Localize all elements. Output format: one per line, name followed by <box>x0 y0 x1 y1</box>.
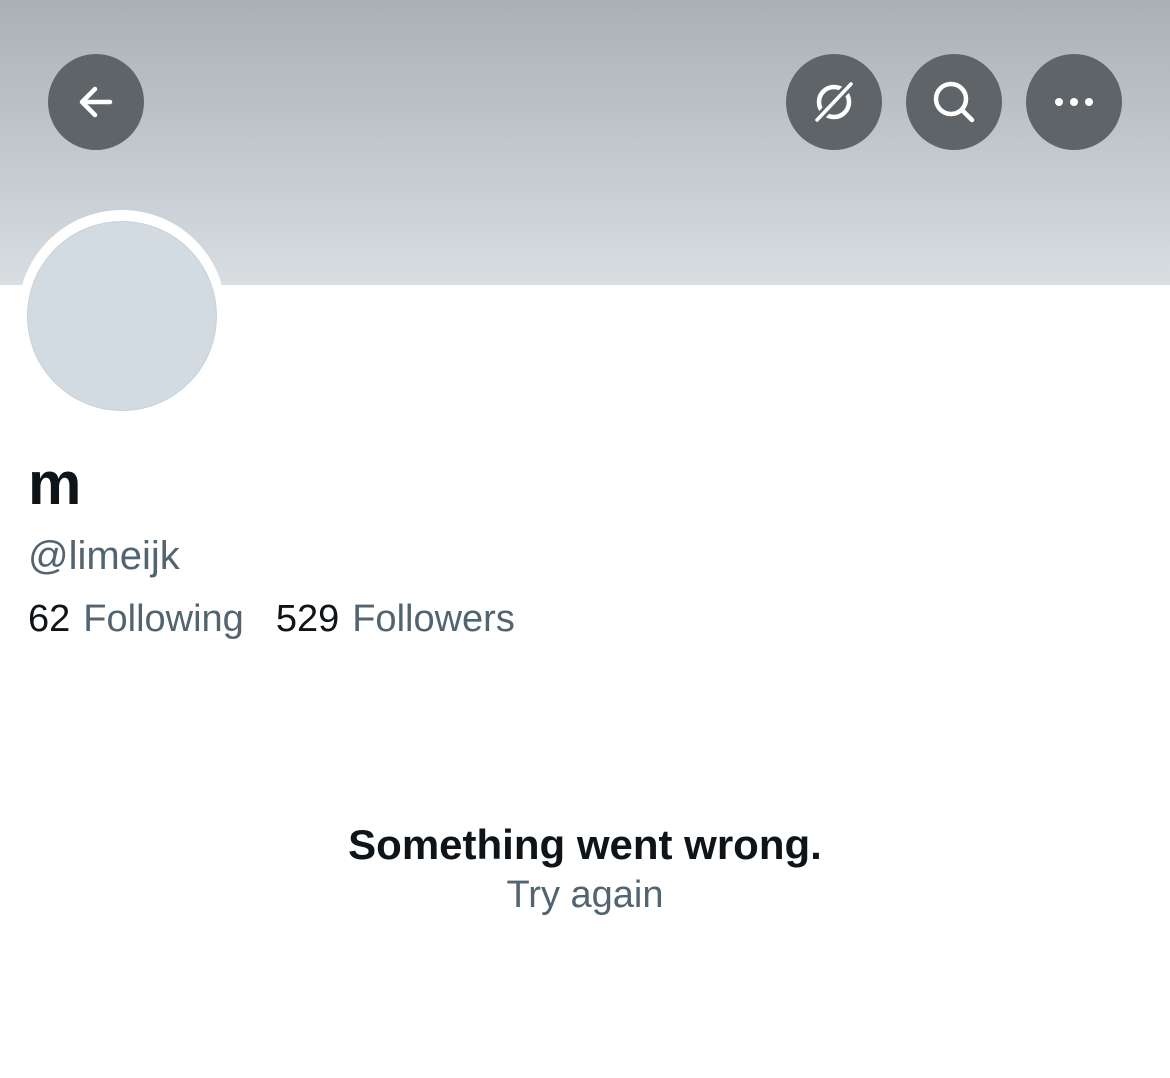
try-again-link[interactable]: Try again <box>507 874 664 916</box>
unfollow-slash-icon <box>814 81 854 123</box>
follow-stats: 62 Following 529 Followers <box>28 596 515 642</box>
arrow-left-icon <box>79 86 113 118</box>
more-horizontal-icon <box>1055 98 1093 106</box>
search-button[interactable] <box>906 54 1002 150</box>
following-link[interactable]: 62 Following <box>28 596 244 642</box>
avatar[interactable] <box>27 221 217 411</box>
back-button[interactable] <box>48 54 144 150</box>
more-options-button[interactable] <box>1026 54 1122 150</box>
unfollow-button[interactable] <box>786 54 882 150</box>
following-count: 62 <box>28 598 71 640</box>
followers-label: Followers <box>352 598 515 640</box>
display-name: m <box>28 450 82 517</box>
profile-page: m @limeijk 62 Following 529 Followers So… <box>0 0 1170 1078</box>
search-icon <box>933 81 975 123</box>
error-message: Something went wrong. <box>348 821 822 868</box>
followers-link[interactable]: 529 Followers <box>276 596 515 642</box>
try-again-row: Try again <box>0 872 1170 918</box>
following-label: Following <box>83 598 244 640</box>
user-handle: @limeijk <box>28 534 180 578</box>
followers-count: 529 <box>275 598 340 640</box>
